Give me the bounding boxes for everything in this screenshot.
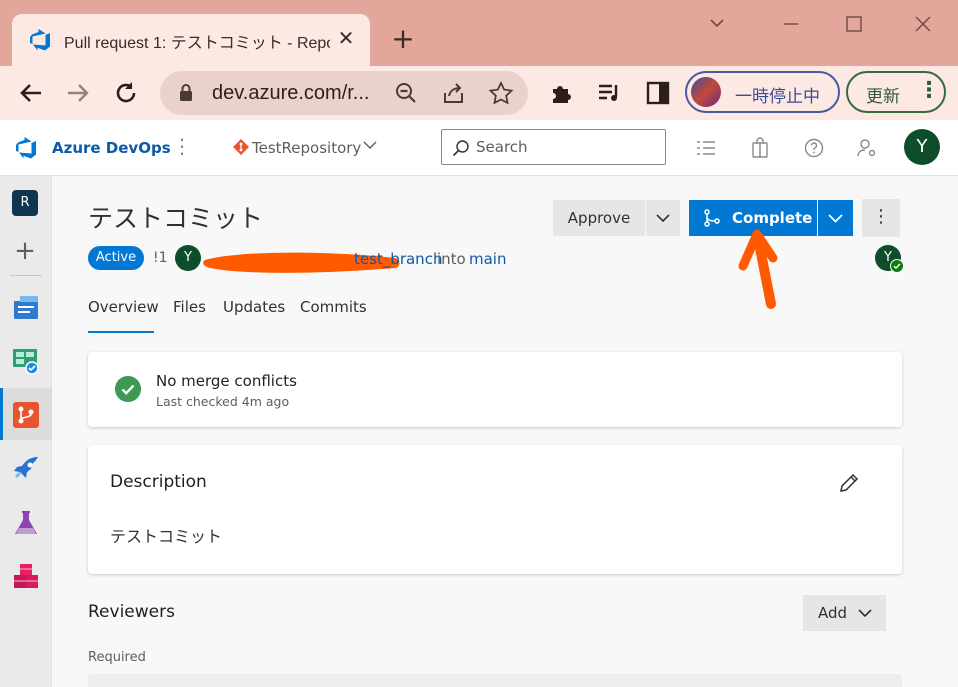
user-avatar[interactable]: Y <box>904 129 940 165</box>
repo-selector[interactable]: TestRepository <box>252 139 361 157</box>
main-content: テストコミット Approve Complete ⋮ Active !1 Y t… <box>53 177 958 687</box>
share-icon[interactable] <box>441 81 467 105</box>
chrome-menu-icon: ⋮ <box>918 78 940 103</box>
search-icon <box>452 140 469 157</box>
work-items-list-icon[interactable] <box>695 137 717 159</box>
tab-commits[interactable]: Commits <box>300 298 367 316</box>
chevron-down-icon <box>656 214 670 223</box>
complete-label: Complete <box>732 209 813 227</box>
nav-boards[interactable] <box>0 334 52 386</box>
merge-status-title: No merge conflicts <box>156 372 297 390</box>
bookmark-star-icon[interactable] <box>488 81 514 105</box>
nav-repos[interactable] <box>0 388 52 440</box>
source-branch-link[interactable]: test_branch <box>354 250 442 268</box>
search-box[interactable] <box>441 129 666 165</box>
help-icon[interactable] <box>803 137 825 159</box>
lock-icon[interactable] <box>178 83 194 103</box>
org-more-icon[interactable]: ⋮ <box>172 134 192 158</box>
reload-icon[interactable] <box>110 77 142 109</box>
side-panel-icon[interactable] <box>645 80 671 106</box>
chevron-down-icon[interactable] <box>362 137 378 153</box>
page-title: テストコミット <box>88 204 264 233</box>
tab-close-icon[interactable]: ✕ <box>334 25 358 51</box>
browser-tabstrip: Pull request 1: テストコミット - Repos ✕ + <box>0 0 958 66</box>
maximize-icon[interactable] <box>839 10 869 38</box>
pr-id[interactable]: !1 <box>153 250 168 266</box>
reviewers-title: Reviewers <box>88 602 175 622</box>
chevron-down-icon <box>858 609 872 618</box>
overview-icon <box>14 296 38 319</box>
nav-divider <box>10 275 42 276</box>
ado-header: Azure DevOps ⋮ TestRepository Y <box>0 120 958 176</box>
annotation-arrow-icon <box>738 229 778 309</box>
url-text: dev.azure.com/r... <box>212 82 370 104</box>
new-tab-icon[interactable]: + <box>388 24 418 54</box>
tab-overview[interactable]: Overview <box>88 298 159 316</box>
profile-avatar <box>691 77 721 107</box>
status-badge: Active <box>88 246 144 270</box>
nav-overview[interactable] <box>0 280 52 332</box>
pipelines-icon <box>14 457 38 479</box>
back-icon[interactable] <box>15 77 47 109</box>
required-label: Required <box>88 650 146 665</box>
check-circle-icon <box>115 376 141 402</box>
project-badge[interactable]: R <box>12 190 38 216</box>
more-actions-icon[interactable]: ⋮ <box>862 199 900 237</box>
merge-status-card: No merge conflicts Last checked 4m ago <box>88 352 902 427</box>
approve-options-button[interactable] <box>646 200 680 236</box>
user-settings-icon[interactable] <box>856 137 878 159</box>
description-title: Description <box>110 472 207 492</box>
tab-title: Pull request 1: テストコミット - Repos <box>64 35 330 52</box>
approve-button[interactable]: Approve <box>553 200 645 236</box>
add-icon[interactable]: + <box>12 238 38 264</box>
minimize-icon[interactable] <box>776 10 806 38</box>
browser-toolbar: dev.azure.com/r... 一時停止中 更新 ⋮ <box>0 66 958 120</box>
author-avatar[interactable]: Y <box>175 245 201 271</box>
description-card: Description テストコミット <box>88 445 902 574</box>
address-bar[interactable]: dev.azure.com/r... <box>160 71 528 115</box>
active-tab-indicator <box>88 331 154 333</box>
approved-check-icon <box>890 259 904 273</box>
left-nav: R + <box>0 176 52 687</box>
complete-options-button[interactable] <box>818 200 853 236</box>
zoom-out-icon[interactable] <box>393 81 419 105</box>
into-label: into <box>437 250 466 268</box>
brand-name[interactable]: Azure DevOps <box>52 139 171 157</box>
forward-icon[interactable] <box>62 77 94 109</box>
azure-devops-favicon-icon <box>30 29 50 51</box>
nav-pipelines[interactable] <box>0 442 52 494</box>
marketplace-bag-icon[interactable] <box>749 137 771 159</box>
merge-status-subtitle: Last checked 4m ago <box>156 394 290 409</box>
repos-icon <box>13 402 39 428</box>
merge-branch-icon <box>704 209 720 227</box>
tab-search-chevron-icon[interactable] <box>702 10 732 38</box>
extensions-puzzle-icon[interactable] <box>549 80 575 106</box>
target-branch-link[interactable]: main <box>469 250 506 268</box>
tab-updates[interactable]: Updates <box>223 298 285 316</box>
boards-icon <box>13 349 39 375</box>
chevron-down-icon <box>828 214 843 223</box>
media-control-icon[interactable] <box>596 80 622 106</box>
search-input[interactable] <box>476 137 656 157</box>
nav-artifacts[interactable] <box>0 550 52 602</box>
edit-pencil-icon[interactable] <box>838 472 860 494</box>
update-button[interactable]: 更新 ⋮ <box>846 71 946 113</box>
update-label: 更新 <box>866 87 900 107</box>
browser-tab[interactable]: Pull request 1: テストコミット - Repos ✕ <box>12 14 370 66</box>
azure-devops-logo-icon[interactable] <box>14 136 38 160</box>
tab-files[interactable]: Files <box>173 298 206 316</box>
artifacts-icon <box>14 564 38 588</box>
test-plans-icon <box>15 511 37 534</box>
add-label: Add <box>818 604 848 622</box>
window-close-icon[interactable] <box>908 10 938 38</box>
description-body: テストコミット <box>110 527 223 546</box>
nav-test-plans[interactable] <box>0 496 52 548</box>
git-repo-icon <box>233 139 249 155</box>
add-reviewer-button[interactable]: Add <box>803 595 886 631</box>
required-reviewers-row <box>88 674 902 687</box>
profile-status-label: 一時停止中 <box>735 87 820 107</box>
profile-paused-button[interactable]: 一時停止中 <box>685 71 840 113</box>
